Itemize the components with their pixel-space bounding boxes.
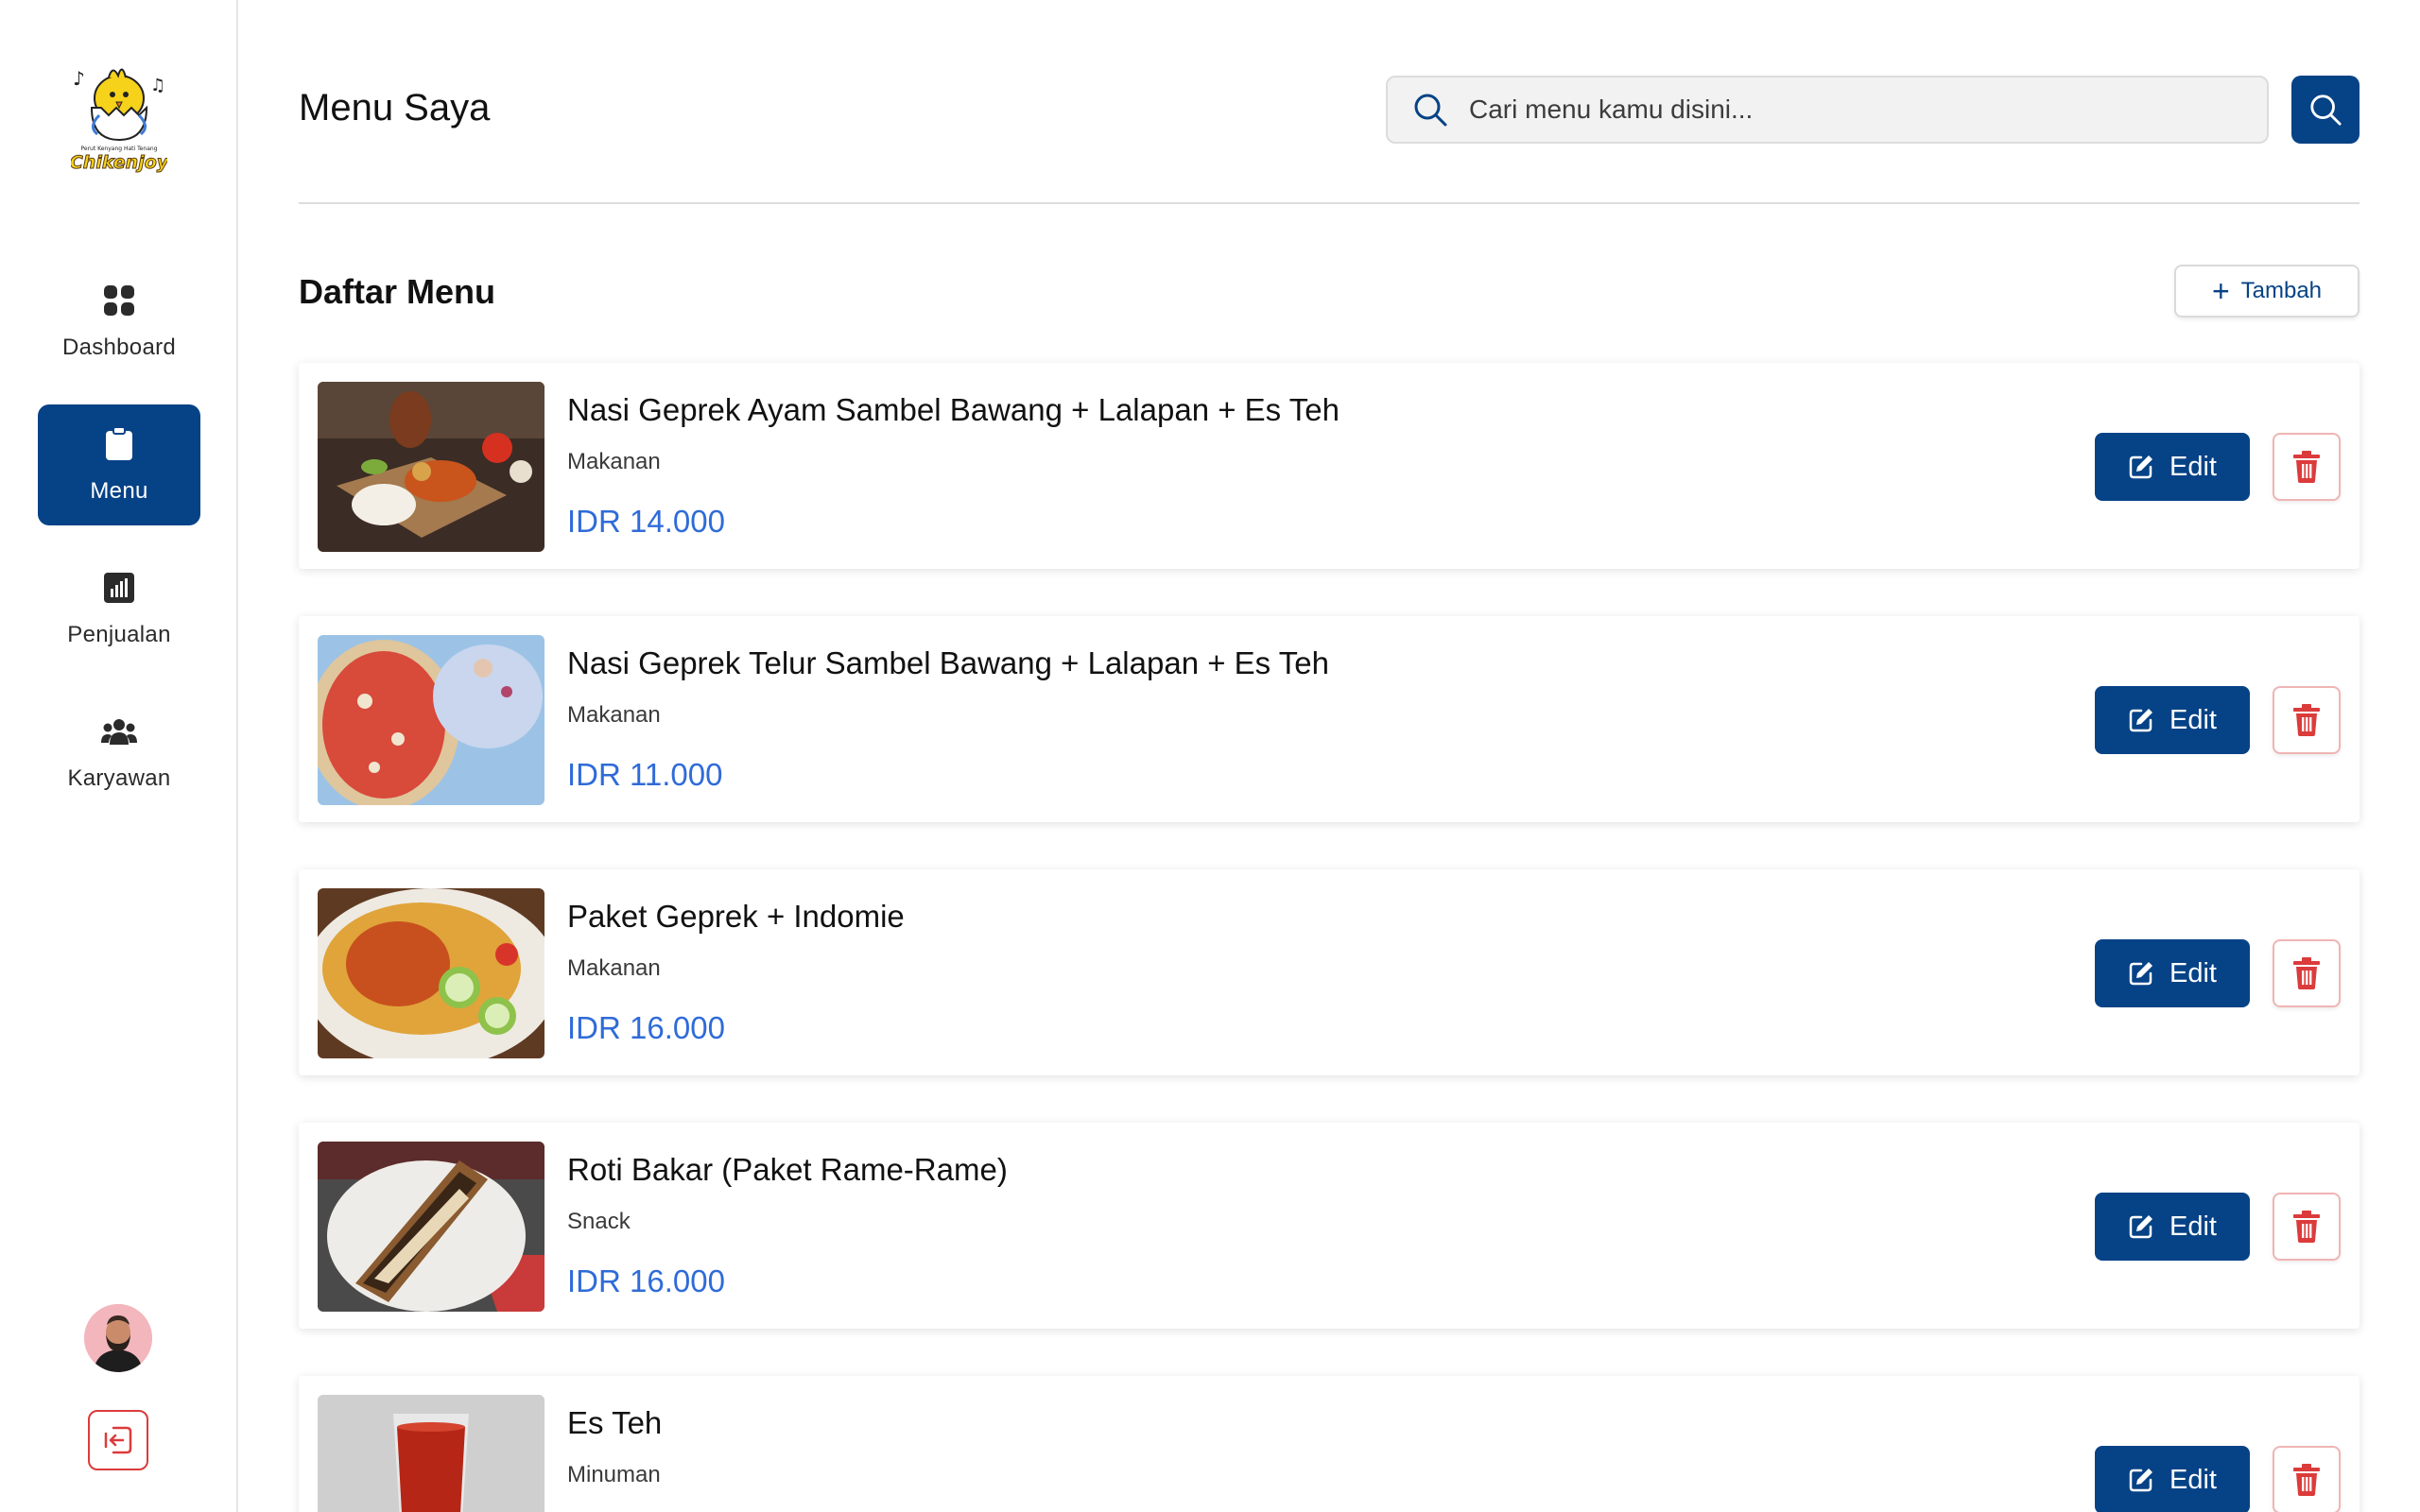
edit-button[interactable]: Edit [2095, 433, 2250, 501]
section-title: Daftar Menu [299, 272, 496, 311]
menu-item-name: Nasi Geprek Ayam Sambel Bawang + Lalapan… [567, 392, 1340, 427]
logout-icon [104, 1426, 132, 1454]
plus-icon: + [2211, 274, 2230, 308]
menu-item-name: Paket Geprek + Indomie [567, 899, 905, 934]
trash-icon [2293, 957, 2320, 989]
delete-button[interactable] [2273, 433, 2341, 501]
bar-chart-icon [100, 569, 138, 607]
app-root: ♪ ♫ Perut Kenyang Hati Tenang Chikenjoy [0, 0, 2420, 1512]
search-icon [1414, 94, 1447, 127]
menu-item-category: Snack [567, 1209, 631, 1234]
menu-item-category: Makanan [567, 702, 661, 728]
edit-button[interactable]: Edit [2095, 939, 2250, 1007]
sidebar: ♪ ♫ Perut Kenyang Hati Tenang Chikenjoy [0, 0, 238, 1512]
menu-item-name: Nasi Geprek Telur Sambel Bawang + Lalapa… [567, 645, 1329, 680]
delete-button[interactable] [2273, 1446, 2341, 1512]
svg-text:♫: ♫ [150, 76, 165, 95]
sidebar-item-label: Dashboard [61, 335, 177, 360]
edit-icon [2129, 455, 2152, 479]
menu-item-price: IDR 11.000 [567, 757, 723, 792]
trash-icon [2293, 1464, 2320, 1496]
sidebar-item-karyawan[interactable]: Karyawan [38, 692, 200, 813]
edit-button-label: Edit [2169, 1211, 2217, 1242]
page-title: Menu Saya [299, 87, 491, 129]
edit-icon [2129, 709, 2152, 732]
menu-item-category: Minuman [567, 1462, 661, 1487]
search-icon [2310, 94, 2342, 126]
users-icon [100, 713, 138, 750]
menu-item-price: IDR 14.000 [567, 504, 725, 539]
trash-icon [2293, 451, 2320, 483]
delete-button[interactable] [2273, 1193, 2341, 1261]
sidebar-item-label: Karyawan [67, 765, 171, 791]
edit-icon [2129, 1469, 2152, 1492]
menu-item-photo [318, 382, 544, 552]
edit-icon [2129, 962, 2152, 986]
user-avatar[interactable] [84, 1304, 152, 1372]
search-input[interactable] [1469, 94, 2244, 125]
edit-button-label: Edit [2169, 957, 2217, 988]
edit-button-label: Edit [2169, 451, 2217, 482]
menu-item-photo [318, 888, 544, 1058]
edit-button-label: Edit [2169, 1464, 2217, 1495]
svg-text:♪: ♪ [73, 67, 85, 90]
menu-item-price: IDR 16.000 [567, 1010, 725, 1045]
edit-button[interactable]: Edit [2095, 1446, 2250, 1512]
menu-card: Nasi Geprek Ayam Sambel Bawang + Lalapan… [299, 363, 2360, 569]
menu-card: Nasi Geprek Telur Sambel Bawang + Lalapa… [299, 616, 2360, 822]
brand-logo[interactable]: ♪ ♫ Perut Kenyang Hati Tenang Chikenjoy [69, 59, 170, 178]
sidebar-item-penjualan[interactable]: Penjualan [38, 548, 200, 669]
menu-card: Es Teh Minuman Edit [299, 1376, 2360, 1512]
menu-item-name: Roti Bakar (Paket Rame-Rame) [567, 1152, 1008, 1187]
menu-item-price: IDR 16.000 [567, 1263, 725, 1298]
delete-button[interactable] [2273, 939, 2341, 1007]
menu-item-photo [318, 1395, 544, 1512]
trash-icon [2293, 1211, 2320, 1243]
brand-wordmark: Chikenjoy [71, 152, 167, 173]
logout-button[interactable] [88, 1410, 148, 1470]
menu-item-name: Es Teh [567, 1405, 663, 1440]
menu-item-category: Makanan [567, 955, 661, 981]
dashboard-grid-icon [100, 282, 138, 319]
menu-card: Roti Bakar (Paket Rame-Rame) Snack IDR 1… [299, 1123, 2360, 1329]
sidebar-item-dashboard[interactable]: Dashboard [38, 261, 200, 382]
delete-button[interactable] [2273, 686, 2341, 754]
edit-button[interactable]: Edit [2095, 1193, 2250, 1261]
menu-item-photo [318, 1142, 544, 1312]
search-field[interactable] [1386, 76, 2269, 144]
sidebar-item-menu[interactable]: Menu [38, 404, 200, 525]
clipboard-icon [100, 425, 138, 463]
search-button[interactable] [2291, 76, 2360, 144]
menu-item-category: Makanan [567, 449, 661, 474]
menu-card: Paket Geprek + Indomie Makanan IDR 16.00… [299, 869, 2360, 1075]
sidebar-item-label: Menu [90, 478, 148, 504]
header-divider [299, 202, 2360, 204]
trash-icon [2293, 704, 2320, 736]
sidebar-item-label: Penjualan [67, 622, 171, 647]
brand-tagline: Perut Kenyang Hati Tenang [80, 146, 157, 152]
edit-button[interactable]: Edit [2095, 686, 2250, 754]
add-menu-button[interactable]: + Tambah [2174, 265, 2360, 318]
edit-icon [2129, 1215, 2152, 1239]
add-button-label: Tambah [2240, 278, 2323, 303]
edit-button-label: Edit [2169, 704, 2217, 735]
menu-item-photo [318, 635, 544, 805]
